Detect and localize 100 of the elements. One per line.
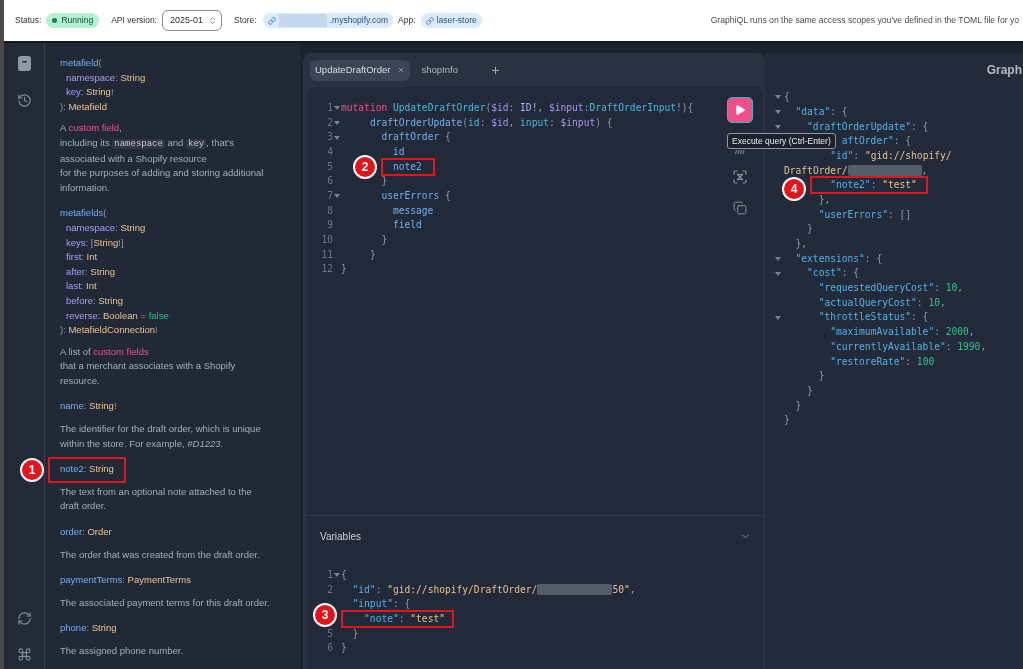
line-number: 9 xyxy=(327,218,333,233)
description-text: The identifier for the draft order, which is unique within the store. For example, #D1223. xyxy=(60,422,261,451)
fold-caret-icon[interactable] xyxy=(775,124,781,129)
code-text: } xyxy=(352,626,359,641)
line-number: 1 xyxy=(327,568,333,583)
code-text: "draftOrderUpdate": { xyxy=(807,119,929,134)
code-text: mutation UpdateDraftOrder($id: ID!, $input:DraftOrderInput!){ xyxy=(341,101,694,116)
code-text: "userErrors": [] xyxy=(818,207,912,222)
line-number: 4 xyxy=(327,145,333,160)
history-icon[interactable] xyxy=(16,93,32,108)
code-text: "maximumAvailable": 2000, xyxy=(830,325,975,340)
line-number: 8 xyxy=(327,203,333,218)
line-number: 2 xyxy=(327,582,333,597)
variables-tab[interactable]: Variables xyxy=(320,528,361,544)
code-text: } xyxy=(381,232,388,247)
fold-caret-icon[interactable] xyxy=(334,120,340,125)
app-link[interactable]: laser-store xyxy=(420,13,482,28)
code-text: } xyxy=(341,641,347,656)
hourglass-frame-icon[interactable] xyxy=(733,170,747,184)
fold-caret-icon[interactable] xyxy=(334,135,340,140)
play-icon xyxy=(734,104,746,116)
code-text: } xyxy=(369,247,376,262)
code-text: }, xyxy=(795,237,808,251)
status-text: Running xyxy=(61,14,94,27)
field-signature: phone: String xyxy=(60,621,117,636)
editor-tab[interactable]: shopInfo xyxy=(409,59,470,81)
code-text: }, xyxy=(818,192,831,207)
signature-line: ): Metafield xyxy=(60,99,107,114)
close-icon[interactable] xyxy=(396,66,405,74)
code-text: { xyxy=(784,90,790,105)
code-text: aftOrder": { xyxy=(841,134,912,149)
code-text: "requestedQueryCost": 10, xyxy=(818,281,964,296)
line-number: 6 xyxy=(327,641,333,656)
field-signature: order: Order xyxy=(60,525,112,540)
signature-line: keys: [String!] xyxy=(66,235,124,250)
fold-caret-icon[interactable] xyxy=(775,110,781,115)
scope-notice: GraphiQL runs on the same access scopes you've defined in the TOML file for yo xyxy=(710,14,1019,27)
signature-line: namespace: String xyxy=(66,70,146,85)
line-number: 11 xyxy=(321,247,333,262)
signature-line: before: String xyxy=(66,293,124,308)
signature-line: reverse: Boolean = false xyxy=(66,308,169,323)
fold-caret-icon[interactable] xyxy=(334,194,340,199)
code-text: } xyxy=(807,383,813,398)
description-text: The associated payment terms for this draft order. xyxy=(60,595,270,610)
line-number: 12 xyxy=(321,262,333,277)
field-signature: paymentTerms: PaymentTerms xyxy=(60,573,191,588)
line-number: 5 xyxy=(327,159,333,174)
code-text: "cost": { xyxy=(807,266,860,281)
fold-caret-icon[interactable] xyxy=(334,106,340,111)
slash-lines-icon[interactable] xyxy=(735,150,745,154)
run-button[interactable] xyxy=(727,97,753,123)
description-text: The assigned phone number. xyxy=(60,644,184,658)
line-number: 10 xyxy=(321,232,333,247)
plus-icon[interactable] xyxy=(489,64,501,76)
description-text: A list of custom fields that a merchant associates with a Shopify resource. xyxy=(60,344,236,388)
refresh-icon[interactable] xyxy=(16,611,32,626)
command-key-icon[interactable] xyxy=(16,647,32,662)
line-number: 7 xyxy=(327,188,333,203)
store-label: Store: xyxy=(234,14,257,27)
code-text: } xyxy=(818,369,825,384)
code-text: draftOrderUpdate(id: $id, input: $input) { xyxy=(369,115,613,130)
fold-caret-icon[interactable] xyxy=(775,256,781,261)
code-text: "input": { xyxy=(352,597,411,612)
code-text: "restoreRate": 100 xyxy=(830,354,935,369)
code-text: } xyxy=(795,398,802,413)
callout-number: 4 xyxy=(782,177,807,202)
status-dot-icon xyxy=(52,18,58,23)
editor-tab[interactable]: UpdateDraftOrder xyxy=(310,59,410,81)
app-label: App: xyxy=(398,14,416,27)
fold-caret-icon[interactable] xyxy=(775,95,781,100)
fold-caret-icon[interactable] xyxy=(775,315,781,320)
code-text: "actualQueryCost": 10, xyxy=(818,295,946,310)
chevrons-up-down-icon xyxy=(208,16,217,25)
highlighted-code: "note2": "test" xyxy=(810,176,928,195)
api-version-select[interactable]: 2025-01 xyxy=(161,10,222,31)
code-text: "extensions": { xyxy=(795,251,883,266)
api-version-label: API version: xyxy=(111,14,157,27)
signature-line: last: Int xyxy=(66,279,97,294)
code-text: "id": "gid://shopify/DraftOrder/ xyxy=(352,582,538,597)
signature-line: namespace: String xyxy=(66,220,146,235)
code-text: { xyxy=(341,568,347,583)
link[interactable]: custom fields xyxy=(93,345,149,357)
signature-line: metafield( xyxy=(60,56,102,70)
tooltip: Execute query (Ctrl-Enter) xyxy=(727,133,836,149)
code-text: 50", xyxy=(612,582,636,597)
field-signature: name: String! xyxy=(60,399,117,414)
description-text: The order that was created from the draft order. xyxy=(60,547,260,562)
line-number: 3 xyxy=(327,130,333,145)
signature-line: first: Int xyxy=(66,250,98,265)
highlighted-code: note2 xyxy=(380,157,435,176)
store-link[interactable]: .myshopify.com xyxy=(262,13,394,28)
document-icon[interactable] xyxy=(17,56,31,71)
code-text: draftOrder { xyxy=(381,130,451,145)
code-text: "id": "gid://shopify/ xyxy=(830,148,952,163)
code-text: id xyxy=(392,145,405,160)
copy-icon[interactable] xyxy=(733,201,747,215)
code-text: DraftOrder/ xyxy=(784,163,848,178)
highlighted-code: "note": "test" xyxy=(341,610,454,629)
fold-caret-icon[interactable] xyxy=(334,573,340,578)
fold-caret-icon[interactable] xyxy=(775,271,781,276)
